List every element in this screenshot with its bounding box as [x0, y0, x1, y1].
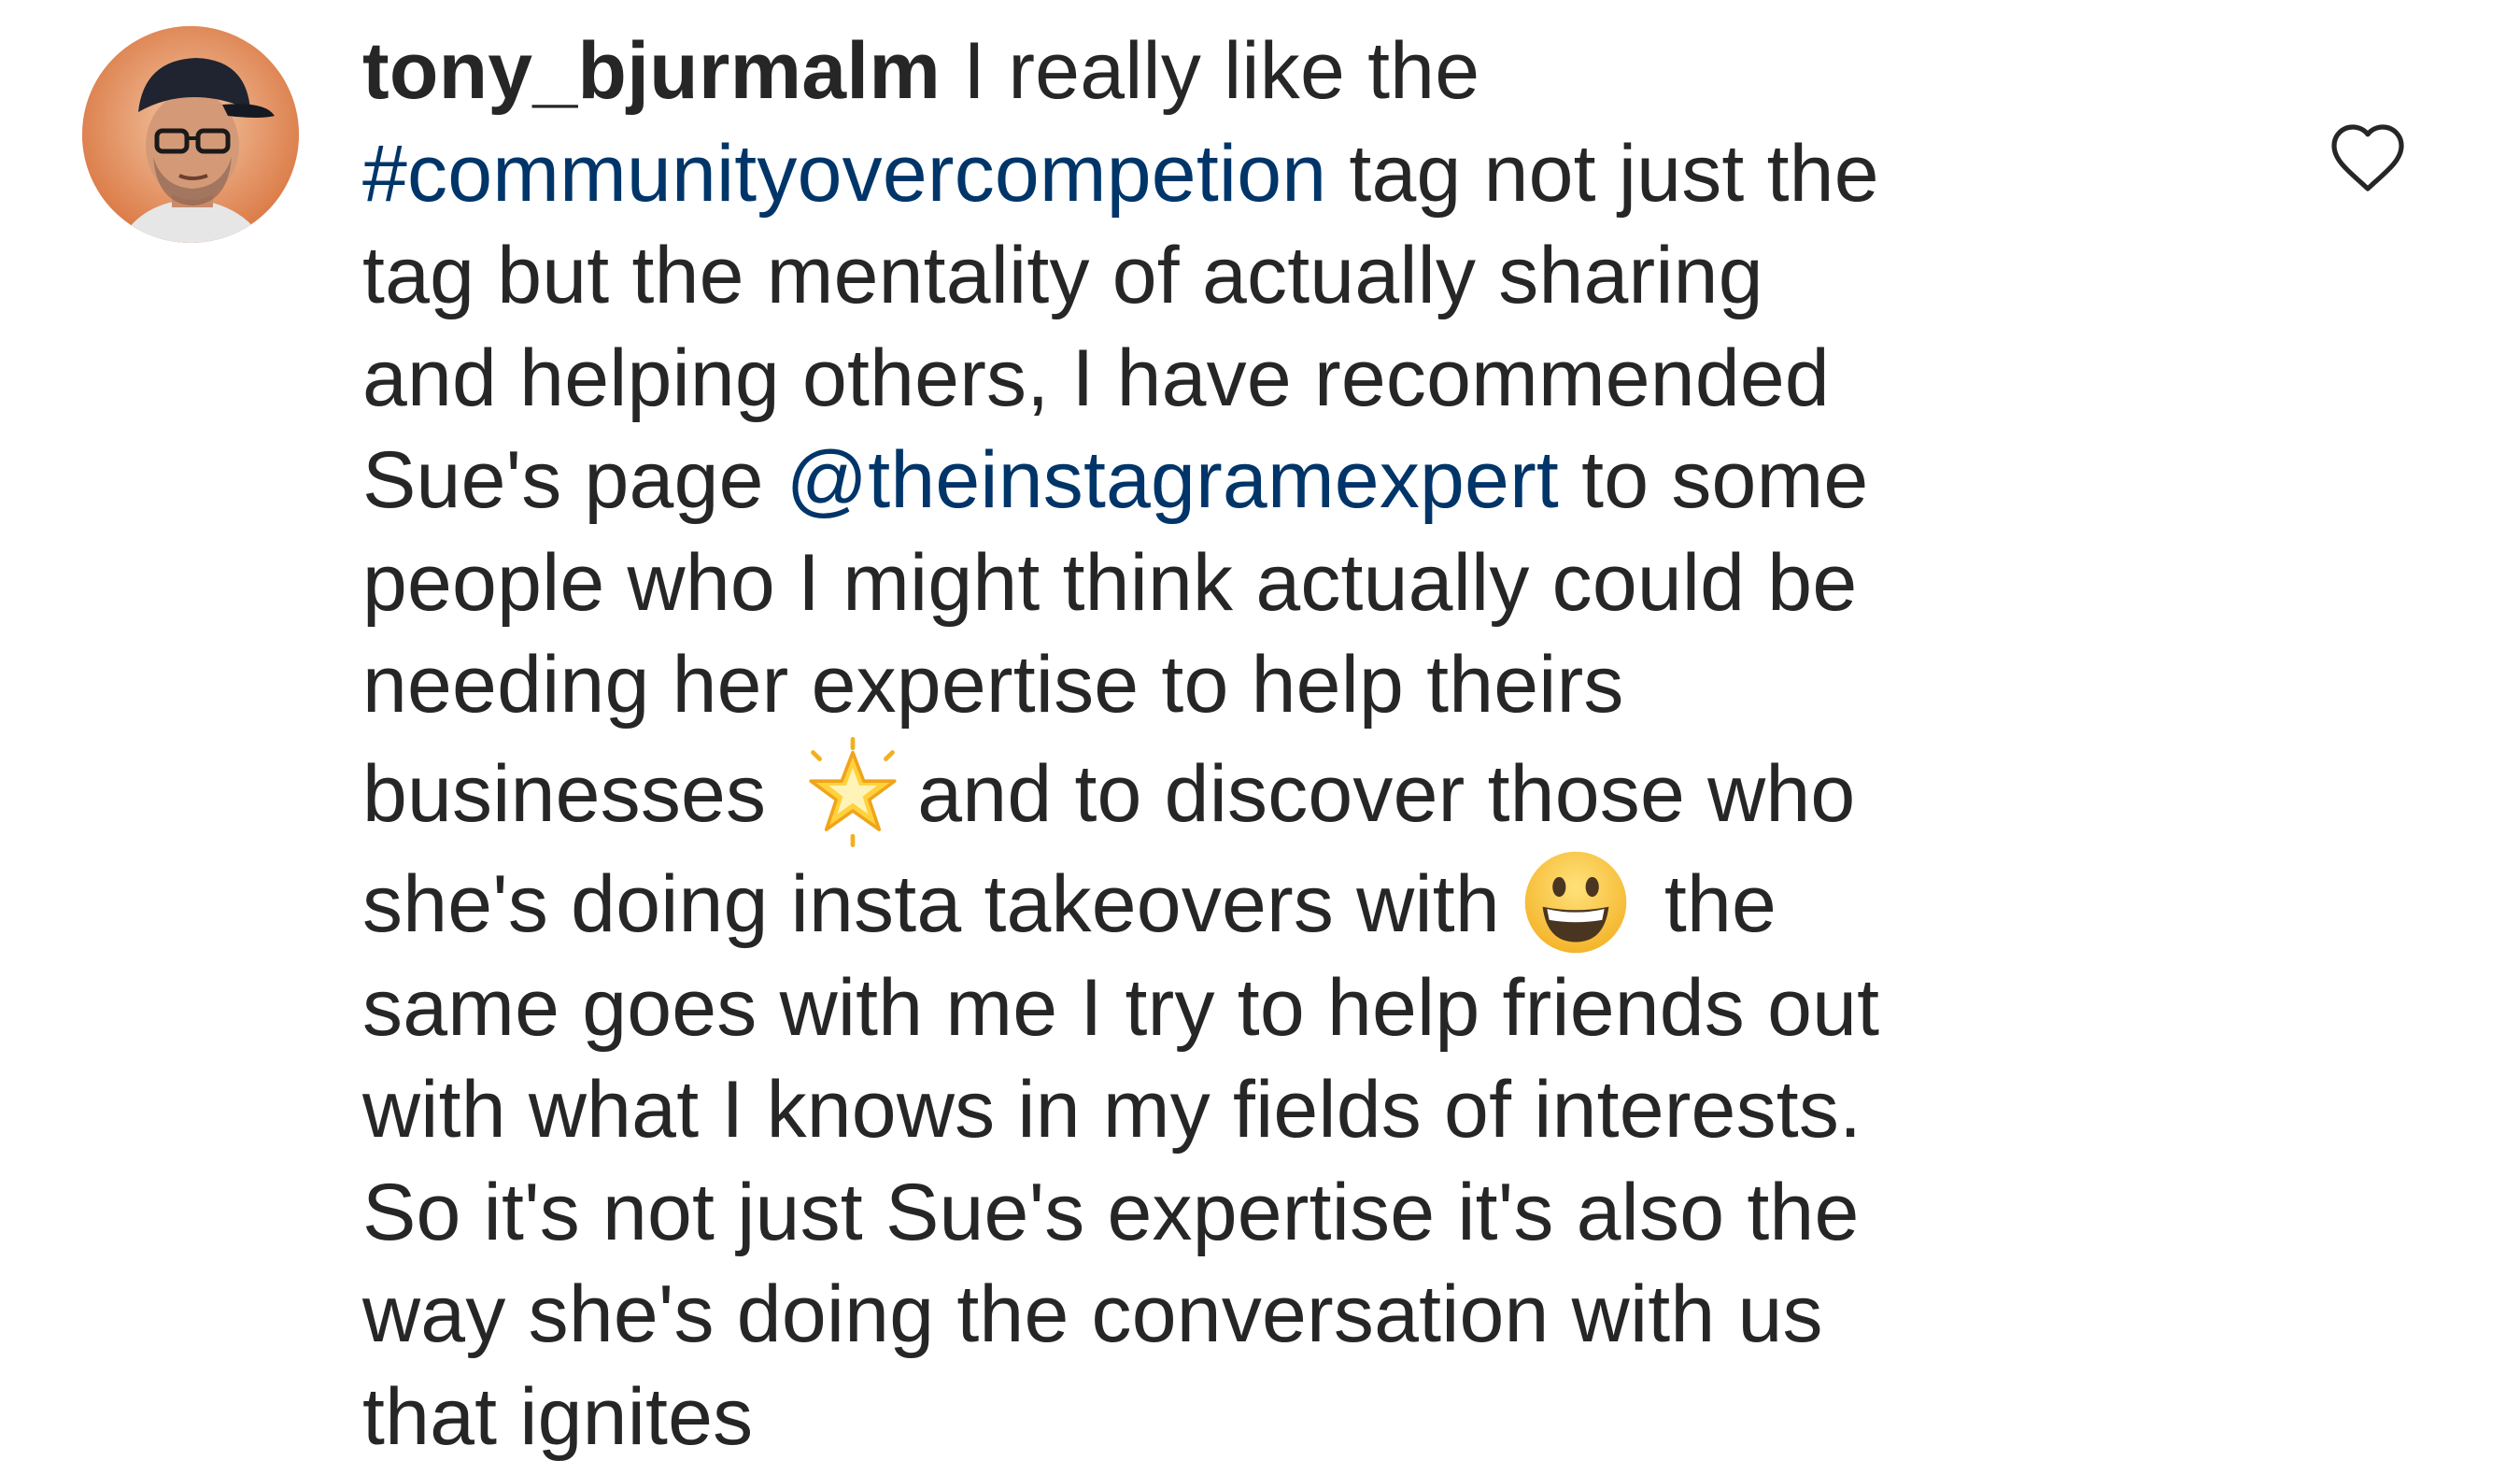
comment-line-5: Sue's page @theinstagramexpert to some: [362, 430, 2230, 532]
comment-line-13: way she's doing the conversation with us: [362, 1269, 1823, 1359]
comment-line-10: same goes with me I try to help friends …: [362, 962, 1880, 1053]
comment-line-6: people who I might think actually could …: [362, 537, 1858, 628]
heart-outline-icon: [2331, 124, 2404, 191]
comment-line-12: So it's not just Sue's expertise it's al…: [362, 1167, 1860, 1257]
avatar[interactable]: [82, 26, 299, 243]
comment-text-segment: to some: [1581, 435, 1869, 525]
profile-photo: [82, 26, 299, 243]
comment-text-segment: tag not just the: [1349, 128, 1879, 219]
comment-text-segment: businesses: [362, 748, 767, 839]
mention-link[interactable]: @theinstagramexpert: [786, 435, 1559, 525]
comment-line-1: tony_bjurmalm I really like the: [362, 21, 2230, 123]
glowing-star-emoji: [798, 736, 908, 847]
comment-line-3: tag but the mentality of actually sharin…: [362, 231, 1763, 320]
grinning-face-emoji: [1521, 847, 1631, 957]
comment-body: tony_bjurmalm I really like the #communi…: [362, 21, 2230, 1468]
comment-text-segment: and to discover those who: [917, 748, 1856, 839]
like-comment-button[interactable]: [2323, 112, 2413, 202]
comment-line-2: #communityovercompetion tag not just the: [362, 123, 2230, 226]
comment-text-segment: I really like the: [963, 26, 1480, 116]
comment-line-14: that ignites: [362, 1371, 754, 1462]
comment-line-11: with what I knows in my fields of intere…: [362, 1065, 1862, 1155]
comment-row: tony_bjurmalm I really like the #communi…: [0, 0, 2520, 1474]
comment-line-9: she's doing insta takeovers with the: [362, 847, 2230, 957]
comment-username[interactable]: tony_bjurmalm: [362, 26, 941, 116]
comment-line-8: businesses and to discover those who: [362, 736, 2230, 847]
comment-line-7: needing her expertise to help theirs: [362, 640, 1624, 730]
comment-text-segment: Sue's page: [362, 435, 764, 525]
comment-line-4: and helping others, I have recommended: [362, 333, 1830, 423]
comment-text-segment: the: [1663, 858, 1777, 949]
comment-text-segment: she's doing insta takeovers with: [362, 858, 1500, 949]
hashtag-link[interactable]: #communityovercompetion: [362, 129, 1326, 219]
